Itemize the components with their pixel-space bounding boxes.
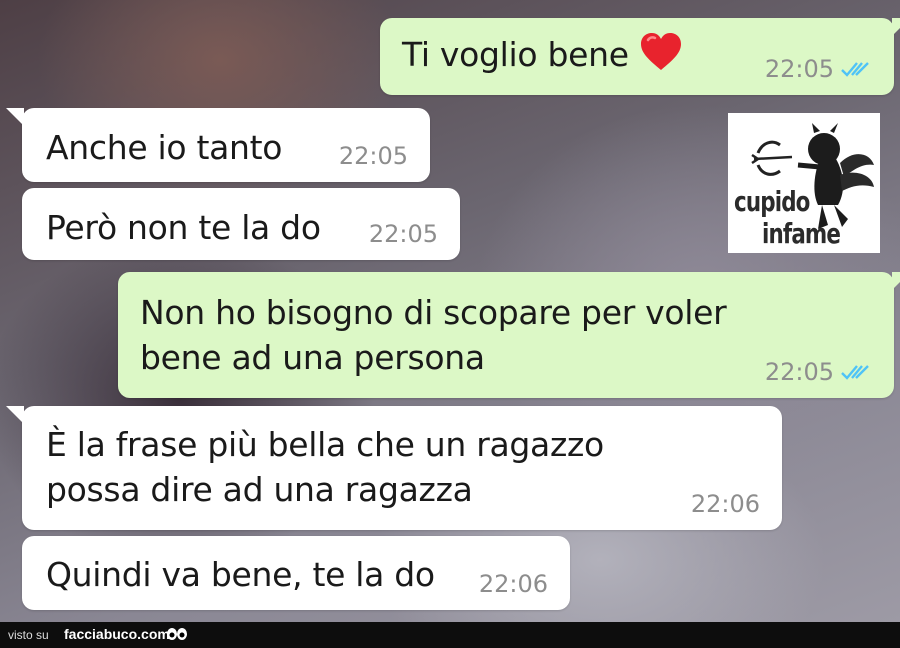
message-text-line: possa dire ad una ragazza bbox=[46, 470, 473, 509]
outgoing-message[interactable]: Ti voglio bene 22:05 bbox=[380, 18, 900, 95]
cupido-infame-logo: cupido infame bbox=[728, 113, 880, 253]
footer-prefix: visto su bbox=[8, 628, 49, 642]
message-time: 22:05 bbox=[368, 220, 438, 248]
message-time: 22:05 bbox=[338, 142, 408, 170]
message-text-line: È la frase più bella che un ragazzo bbox=[46, 425, 604, 464]
message-time: 22:05 bbox=[764, 358, 834, 386]
incoming-message[interactable]: Quindi va bene, te la do 22:06 bbox=[22, 536, 570, 610]
eyes-icon bbox=[167, 628, 187, 640]
red-heart-icon bbox=[639, 32, 683, 83]
bubble-tail bbox=[892, 272, 900, 290]
message-text: Quindi va bene, te la do bbox=[46, 555, 435, 594]
outgoing-message[interactable]: Non ho bisogno di scopare per voler bene… bbox=[118, 272, 900, 398]
double-check-icon bbox=[841, 62, 869, 77]
source-footer: visto su facciabuco.com bbox=[0, 622, 900, 648]
message-time: 22:06 bbox=[690, 490, 760, 518]
double-check-icon bbox=[841, 365, 869, 380]
incoming-message[interactable]: Però non te la do 22:05 bbox=[22, 188, 460, 260]
bubble-tail bbox=[892, 18, 900, 36]
logo-text: infame bbox=[762, 217, 841, 250]
logo-text: cupido bbox=[734, 185, 810, 218]
message-text-line: bene ad una persona bbox=[140, 338, 485, 377]
footer-site-link[interactable]: facciabuco.com bbox=[64, 626, 170, 642]
message-time: 22:06 bbox=[478, 570, 548, 598]
bubble-tail bbox=[6, 406, 24, 424]
message-text: Ti voglio bene bbox=[402, 35, 629, 74]
incoming-message[interactable]: Anche io tanto 22:05 bbox=[6, 108, 430, 182]
message-time: 22:05 bbox=[764, 55, 834, 83]
incoming-message[interactable]: È la frase più bella che un ragazzo poss… bbox=[6, 406, 782, 530]
bubble-tail bbox=[6, 108, 24, 126]
message-text-line: Non ho bisogno di scopare per voler bbox=[140, 293, 727, 332]
